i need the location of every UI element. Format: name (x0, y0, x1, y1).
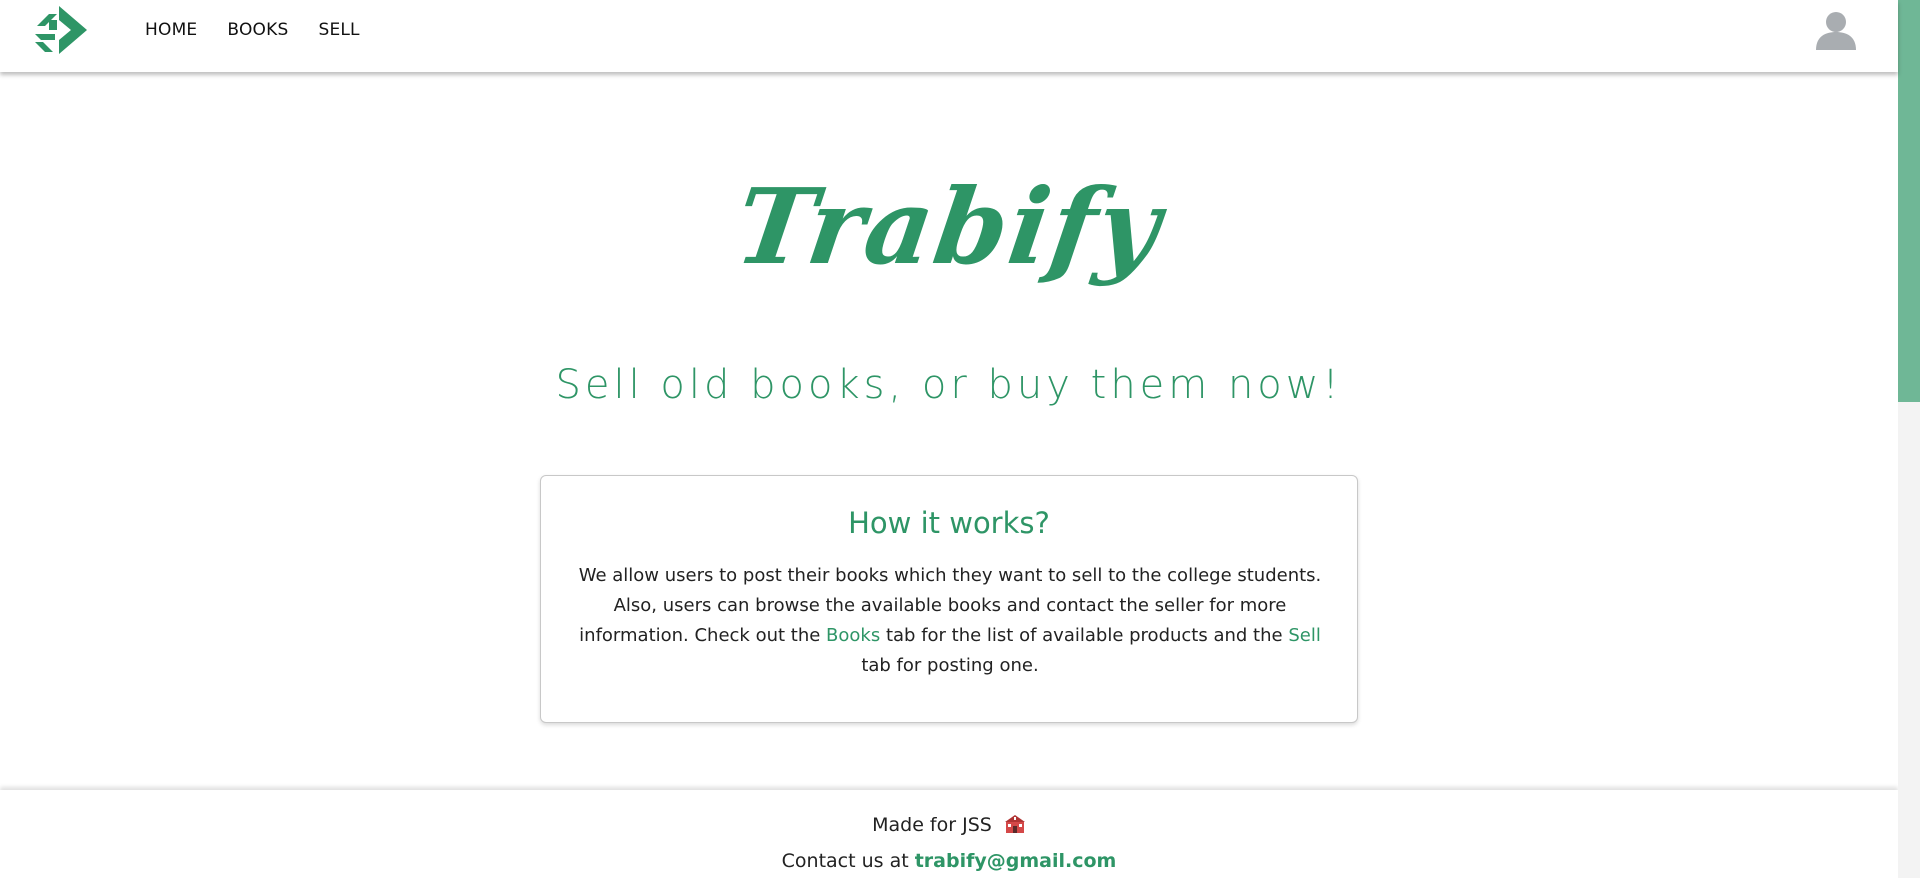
footer: Made for JSS Contact us at trabify@gmail… (0, 790, 1898, 878)
contact-email-link[interactable]: trabify@gmail.com (915, 850, 1117, 872)
made-for-text: Made for JSS (872, 814, 992, 836)
books-link[interactable]: Books (826, 625, 880, 646)
card-body: We allow users to post their books which… (565, 561, 1335, 681)
nav-home[interactable]: HOME (145, 20, 197, 40)
brand-logotype: Trabify (728, 165, 1170, 288)
nav-sell[interactable]: SELL (318, 20, 359, 40)
navbar: HOME BOOKS SELL (0, 0, 1898, 72)
school-icon (1004, 815, 1025, 833)
scrollbar-thumb[interactable] (1898, 0, 1920, 402)
card-body-text-2: tab for the list of available products a… (880, 625, 1289, 646)
card-title: How it works? (848, 506, 1050, 540)
how-it-works-card: How it works? We allow users to post the… (540, 475, 1358, 723)
nav-links: HOME BOOKS SELL (145, 20, 390, 40)
footer-made-for: Made for JSS (0, 814, 1898, 836)
nav-books[interactable]: BOOKS (227, 20, 288, 40)
footer-contact: Contact us at trabify@gmail.com (0, 850, 1898, 872)
sell-link[interactable]: Sell (1288, 625, 1321, 646)
tagline: Sell old books, or buy them now! (555, 362, 1343, 408)
contact-prefix: Contact us at (781, 850, 915, 872)
trabify-logo-icon[interactable] (31, 4, 89, 56)
scrollbar-track[interactable] (1898, 0, 1920, 878)
user-avatar-icon[interactable] (1814, 10, 1858, 50)
card-body-text-3: tab for posting one. (861, 655, 1039, 676)
page: HOME BOOKS SELL Trabify Sell old books, … (0, 0, 1898, 878)
